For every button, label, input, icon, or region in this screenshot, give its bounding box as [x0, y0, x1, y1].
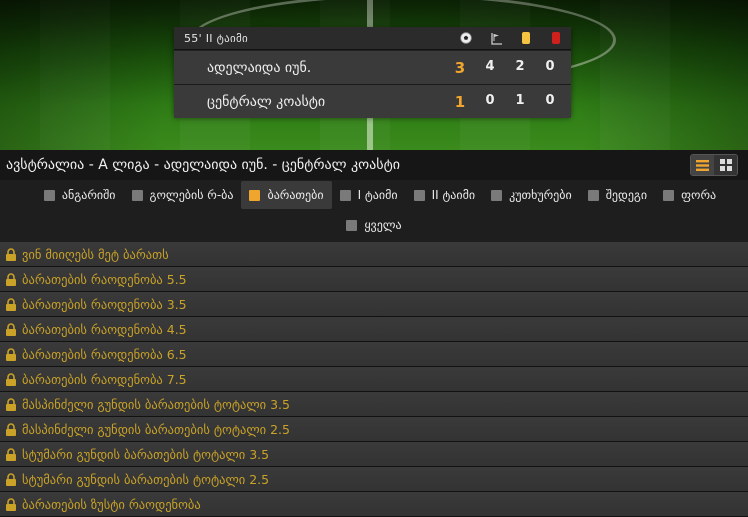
team-row-home: ადელაიდა იუნ. 3 4 2 0	[174, 50, 571, 84]
team-name-home: ადელაიდა იუნ.	[207, 59, 312, 76]
market-label: ბარათების რაოდენობა 6.5	[22, 346, 187, 362]
market-label: მასპინძელი გუნდის ბარათების ტოტალი 3.5	[22, 396, 290, 412]
match-title: ავსტრალია - A ლიგა - ადელაიდა იუნ. - ცენ…	[6, 157, 400, 173]
market-row[interactable]: მასპინძელი გუნდის ბარათების ტოტალი 2.5	[0, 417, 748, 442]
red-card-icon	[541, 27, 571, 49]
market-label: ბარათების რაოდენობა 4.5	[22, 321, 187, 337]
market-label: ბარათების რაოდენობა 7.5	[22, 371, 187, 387]
grid-view-icon	[719, 159, 732, 171]
grid-view-button[interactable]	[714, 155, 737, 175]
lock-icon	[0, 247, 22, 261]
filter-cards[interactable]: ბარათები	[241, 181, 332, 209]
team-name-away: ცენტრალ კოასტი	[207, 93, 326, 110]
checkbox-icon	[663, 189, 675, 201]
filter-all[interactable]: ყველა	[338, 211, 409, 239]
list-view-button[interactable]	[691, 155, 714, 175]
lock-icon	[0, 297, 22, 311]
filter-label: შედეგი	[605, 188, 648, 202]
market-row[interactable]: სტუმარი გუნდის ბარათების ტოტალი 3.5	[0, 442, 748, 467]
view-toggle	[690, 154, 738, 176]
lock-icon	[0, 372, 22, 386]
lock-icon	[0, 347, 22, 361]
away-goals: 1	[454, 92, 466, 111]
filter-label: კუთხურები	[509, 188, 572, 202]
checkbox-icon	[346, 219, 358, 231]
filter-result[interactable]: შედეგი	[580, 181, 655, 209]
lock-icon	[0, 397, 22, 411]
market-row[interactable]: მასპინძელი გუნდის ბარათების ტოტალი 3.5	[0, 392, 748, 417]
away-red-cards: 0	[545, 92, 555, 108]
away-corners: 0	[485, 92, 495, 108]
market-label: ბარათების ზუსტი რაოდენობა	[22, 496, 201, 512]
corner-flag-icon	[481, 27, 511, 49]
market-filters: ანგარიში გოლების რ-ბა ბარათები I ტაიმი I…	[0, 180, 748, 242]
market-row[interactable]: ბარათების რაოდენობა 6.5	[0, 342, 748, 367]
filter-goals-count[interactable]: გოლების რ-ბა	[124, 181, 242, 209]
scoreboard: 55' II ტაიმი ადელაიდა იუნ. 3 4 2 0 ცენტრ…	[174, 27, 571, 118]
checkbox-icon	[43, 189, 55, 201]
filter-label: გოლების რ-ბა	[149, 188, 234, 202]
market-label: ბარათების რაოდენობა 5.5	[22, 271, 187, 287]
checkbox-icon	[131, 189, 143, 201]
market-row[interactable]: ბარათების რაოდენობა 5.5	[0, 267, 748, 292]
filter-label: ანგარიში	[61, 188, 116, 202]
market-row[interactable]: სტუმარი გუნდის ბარათების ტოტალი 2.5	[0, 467, 748, 492]
away-yellow-cards: 1	[515, 92, 525, 108]
market-label: მასპინძელი გუნდის ბარათების ტოტალი 2.5	[22, 421, 290, 437]
market-label: სტუმარი გუნდის ბარათების ტოტალი 2.5	[22, 471, 270, 487]
checkbox-icon	[587, 189, 599, 201]
lock-icon	[0, 472, 22, 486]
checkbox-icon	[491, 189, 503, 201]
filter-label: II ტაიმი	[431, 188, 476, 202]
home-yellow-cards: 2	[515, 58, 525, 74]
checkbox-icon	[249, 189, 261, 201]
market-row[interactable]: ბარათების რაოდენობა 4.5	[0, 317, 748, 342]
checkbox-icon	[413, 189, 425, 201]
scoreboard-header: 55' II ტაიმი	[174, 27, 571, 50]
market-row[interactable]: ვინ მიიღებს მეტ ბარათს	[0, 242, 748, 267]
filter-first-half[interactable]: I ტაიმი	[332, 181, 406, 209]
ball-icon	[451, 27, 481, 49]
market-row[interactable]: ბარათების რაოდენობა 3.5	[0, 292, 748, 317]
filter-label: I ტაიმი	[357, 188, 398, 202]
home-corners: 4	[485, 58, 495, 74]
lock-icon	[0, 497, 22, 511]
match-title-bar: ავსტრალია - A ლიგა - ადელაიდა იუნ. - ცენ…	[0, 150, 748, 180]
lock-icon	[0, 272, 22, 286]
filter-corners[interactable]: კუთხურები	[483, 181, 580, 209]
market-label: ვინ მიიღებს მეტ ბარათს	[22, 246, 169, 262]
market-row[interactable]: ბარათების ზუსტი რაოდენობა	[0, 492, 748, 517]
filter-label: ფორა	[681, 188, 717, 202]
match-time: 55' II ტაიმი	[184, 31, 249, 45]
team-row-away: ცენტრალ კოასტი 1 0 1 0	[174, 84, 571, 118]
filter-second-half[interactable]: II ტაიმი	[406, 181, 484, 209]
lock-icon	[0, 322, 22, 336]
filter-label: ყველა	[364, 218, 402, 232]
filter-label: ბარათები	[267, 188, 324, 202]
lock-icon	[0, 447, 22, 461]
list-view-icon	[696, 159, 709, 171]
filter-handicap[interactable]: ფორა	[655, 181, 724, 209]
market-list: ვინ მიიღებს მეტ ბარათს ბარათების რაოდენო…	[0, 242, 748, 517]
yellow-card-icon	[511, 27, 541, 49]
checkbox-icon	[339, 189, 351, 201]
market-label: სტუმარი გუნდის ბარათების ტოტალი 3.5	[22, 446, 270, 462]
market-row[interactable]: ბარათების რაოდენობა 7.5	[0, 367, 748, 392]
home-red-cards: 0	[545, 58, 555, 74]
home-goals: 3	[454, 58, 466, 77]
filter-score[interactable]: ანგარიში	[36, 181, 124, 209]
market-label: ბარათების რაოდენობა 3.5	[22, 296, 187, 312]
lock-icon	[0, 422, 22, 436]
